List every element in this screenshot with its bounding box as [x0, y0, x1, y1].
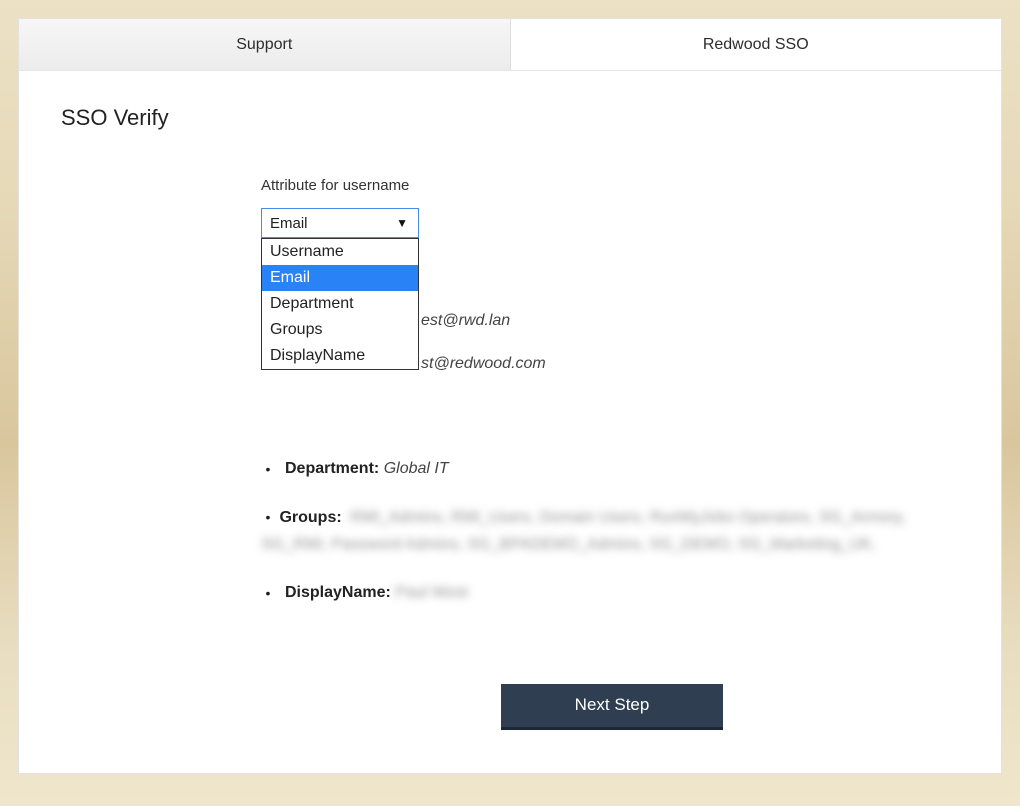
attr-row-groups: • Groups: RMI_Admins, RMI_Users, Domain …: [261, 504, 921, 558]
attribute-list: • Department: Global IT • Groups: RMI_Ad…: [261, 456, 921, 606]
content-area: SSO Verify Attribute for username Email …: [19, 71, 1001, 750]
attribute-dropdown: Username Email Department Groups Display…: [261, 238, 419, 370]
main-panel: Support Redwood SSO SSO Verify Attribute…: [18, 18, 1002, 774]
tab-redwood-sso[interactable]: Redwood SSO: [511, 19, 1002, 70]
bullet-icon: •: [261, 506, 275, 530]
option-email[interactable]: Email: [262, 265, 418, 291]
attribute-select-value: Email: [270, 215, 308, 232]
attr-row-displayname: • DisplayName: Paul West: [261, 580, 921, 606]
bullet-icon: •: [261, 458, 275, 480]
attr-row-department: • Department: Global IT: [261, 456, 921, 482]
bullet-icon: •: [261, 582, 275, 604]
option-displayname[interactable]: DisplayName: [262, 343, 418, 369]
tab-bar: Support Redwood SSO: [19, 19, 1001, 71]
attr-groups-value: RMI_Admins, RMI_Users, Domain Users, Run…: [261, 509, 906, 553]
option-groups[interactable]: Groups: [262, 317, 418, 343]
chevron-down-icon: ▼: [396, 216, 408, 230]
attribute-select[interactable]: Email ▼: [261, 208, 419, 238]
attr-displayname-label: DisplayName:: [285, 584, 391, 601]
page-title: SSO Verify: [61, 105, 963, 131]
tab-support-label: Support: [236, 36, 292, 54]
attr-groups-label: Groups:: [279, 509, 341, 526]
option-username[interactable]: Username: [262, 239, 418, 265]
attr-department-label: Department:: [285, 460, 379, 477]
form-area: Attribute for username Email ▼ Username …: [261, 177, 963, 730]
attribute-select-wrap: Email ▼ Username Email Department Groups…: [261, 208, 419, 238]
attr-department-value: Global IT: [384, 460, 449, 477]
tab-redwood-sso-label: Redwood SSO: [703, 36, 809, 54]
attr-displayname-value: Paul West: [395, 584, 468, 601]
next-step-button[interactable]: Next Step: [501, 684, 723, 730]
attr-username-partial: est@rwd.lan: [421, 312, 510, 330]
attribute-select-label: Attribute for username: [261, 177, 963, 194]
tab-support[interactable]: Support: [19, 19, 511, 70]
attr-email-partial: st@redwood.com: [421, 355, 546, 373]
option-department[interactable]: Department: [262, 291, 418, 317]
